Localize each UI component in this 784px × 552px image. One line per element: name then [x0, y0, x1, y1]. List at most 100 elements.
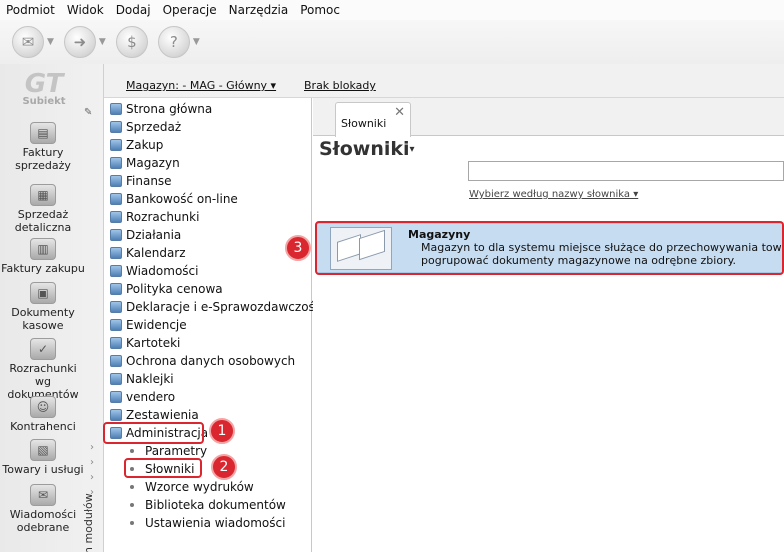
settlement-icon — [110, 211, 122, 223]
menu-bar: Podmiot Widok Dodaj Operacje Narzędzia P… — [0, 0, 784, 20]
module-faktury-zakupu[interactable]: ▥ Faktury zakupu — [0, 238, 86, 275]
menu-pomoc[interactable]: Pomoc — [300, 3, 340, 17]
sales-icon — [110, 121, 122, 133]
menu-operacje[interactable]: Operacje — [163, 3, 217, 17]
chevron-right-icon[interactable]: › — [90, 472, 94, 483]
lock-status-link[interactable]: Brak blokady — [304, 79, 376, 92]
menu-podmiot[interactable]: Podmiot — [6, 3, 55, 17]
dollar-icon: $ — [115, 26, 148, 58]
module-label: Faktury zakupu — [1, 262, 85, 275]
tree-item-rozrachunki[interactable]: Rozrachunki — [110, 208, 199, 226]
chevron-right-icon[interactable]: › — [90, 457, 94, 468]
invoice-icon: ▤ — [30, 122, 56, 144]
pin-icon[interactable]: ✎ — [84, 107, 92, 118]
tree-item-kalendarz[interactable]: Kalendarz — [110, 244, 186, 262]
purchase-icon: ▥ — [30, 238, 56, 260]
tree-item-magazyn[interactable]: Magazyn — [110, 154, 180, 172]
chevron-down-icon[interactable]: ▼ — [99, 37, 106, 47]
tab-slowniki[interactable]: Słowniki ✕ — [335, 102, 411, 137]
purchase-icon — [110, 139, 122, 151]
tree-item-ewidencje[interactable]: Ewidencje — [110, 316, 187, 334]
tree-item-wiadomosci[interactable]: Wiadomości — [110, 262, 198, 280]
module-faktury-sprzedazy[interactable]: ▤ Faktury sprzedaży — [0, 122, 86, 172]
search-input[interactable] — [468, 161, 784, 181]
module-label: Towary i usługi — [2, 463, 84, 476]
menu-narzedzia[interactable]: Narzędzia — [229, 3, 289, 17]
module-label: Kontrahenci — [10, 420, 76, 433]
chevron-right-icon[interactable]: › — [90, 442, 94, 453]
tree-item-deklaracje[interactable]: Deklaracje i e-Sprawozdawczość — [110, 298, 321, 316]
bullet-icon — [130, 485, 134, 489]
navigation-tree: Strona główna Sprzedaż Zakup Magazyn Fin… — [104, 98, 321, 552]
module-label: Dokumenty kasowe — [11, 306, 75, 332]
finance-icon — [110, 175, 122, 187]
home-icon — [110, 103, 122, 115]
tree-item-dzialania[interactable]: Działania — [110, 226, 181, 244]
records-icon — [110, 319, 122, 331]
forward-icon: ➜ — [63, 26, 96, 58]
warehouse-icon — [110, 157, 122, 169]
menu-dodaj[interactable]: Dodaj — [116, 3, 151, 17]
chevron-down-icon[interactable]: ▼ — [193, 37, 200, 47]
chevron-down-icon: ▾ — [409, 144, 415, 155]
tasks-icon — [110, 229, 122, 241]
toolbar-help-button[interactable]: ? ▼ — [157, 26, 200, 58]
bullet-icon — [130, 449, 134, 453]
subiekt-logo: GT Subiekt — [22, 69, 66, 107]
bullet-icon — [130, 503, 134, 507]
bullet-icon — [130, 521, 134, 525]
module-towary-i-uslugi[interactable]: ▧ Towary i usługi — [0, 439, 86, 476]
tree-item-finanse[interactable]: Finanse — [110, 172, 172, 190]
tree-item-strona-glowna[interactable]: Strona główna — [110, 100, 212, 118]
calendar-icon — [110, 247, 122, 259]
module-bar: GT Subiekt ▤ Faktury sprzedaży ▦ Sprzedaż … — [0, 64, 104, 552]
cash-register-icon: ▦ — [30, 184, 56, 206]
module-dokumenty-kasowe[interactable]: ▣ Dokumenty kasowe — [0, 282, 86, 332]
price-icon — [110, 283, 122, 295]
module-label: Sprzedaż detaliczna — [14, 208, 72, 234]
sticker-icon — [110, 373, 122, 385]
tree-item-zakup[interactable]: Zakup — [110, 136, 163, 154]
report-icon — [110, 409, 122, 421]
page-title[interactable]: Słowniki▾ — [319, 138, 415, 160]
search-mode-selector[interactable]: Wybierz według nazwy słownika ▾ — [469, 189, 638, 200]
main-panel: Słowniki ✕ Słowniki▾ Wybierz według nazw… — [313, 98, 784, 552]
toolbar-forward-button[interactable]: ➜ ▼ — [63, 26, 106, 58]
toolbar: ✉ ▼ ➜ ▼ $ ? ▼ — [0, 20, 784, 64]
module-sprzedaz-detaliczna[interactable]: ▦ Sprzedaż detaliczna — [0, 184, 86, 234]
close-icon[interactable]: ✕ — [394, 105, 405, 120]
submenu-item-ustawienia-wiadomosci[interactable]: Ustawienia wiadomości — [130, 514, 285, 532]
module-rozrachunki[interactable]: ✓ Rozrachunki wg dokumentów — [0, 338, 86, 401]
toolbar-envelope-button[interactable]: ✉ ▼ — [12, 26, 54, 58]
warehouse-selector[interactable]: Magazyn: - MAG - Główny ▾ — [126, 79, 276, 92]
chevron-down-icon[interactable]: ▼ — [47, 37, 54, 47]
module-label: Wiadomości odebrane — [9, 508, 77, 534]
card-file-icon — [110, 337, 122, 349]
tree-item-vendero[interactable]: vendero — [110, 388, 175, 406]
tree-item-ochrona-danych[interactable]: Ochrona danych osobowych — [110, 352, 295, 370]
contractor-icon: ☺ — [30, 396, 56, 418]
messages-icon: ✉ — [30, 484, 56, 506]
tree-item-polityka-cenowa[interactable]: Polityka cenowa — [110, 280, 223, 298]
goods-icon: ▧ — [30, 439, 56, 461]
declaration-icon — [110, 301, 122, 313]
envelope-icon: ✉ — [12, 26, 44, 58]
bank-icon — [110, 193, 122, 205]
settlement-icon: ✓ — [30, 338, 56, 360]
menu-widok[interactable]: Widok — [67, 3, 104, 17]
tree-item-bankowosc[interactable]: Bankowość on-line — [110, 190, 238, 208]
shield-icon — [110, 355, 122, 367]
tab-label: Słowniki — [341, 117, 387, 130]
module-label: Faktury sprzedaży — [15, 146, 71, 172]
vendero-icon — [110, 391, 122, 403]
module-wiadomosci-odebrane[interactable]: ✉ Wiadomości odebrane — [0, 484, 86, 534]
submenu-item-biblioteka[interactable]: Biblioteka dokumentów — [130, 496, 286, 514]
tree-item-sprzedaz[interactable]: Sprzedaż — [110, 118, 181, 136]
annotation-box-slowniki — [124, 458, 202, 478]
tree-item-kartoteki[interactable]: Kartoteki — [110, 334, 180, 352]
tab-strip: Słowniki ✕ — [313, 98, 784, 137]
submenu-item-wzorce-wydrukow[interactable]: Wzorce wydruków — [130, 478, 254, 496]
module-kontrahenci[interactable]: ☺ Kontrahenci — [0, 396, 86, 433]
toolbar-dollar-button[interactable]: $ — [115, 26, 148, 58]
tree-item-naklejki[interactable]: Naklejki — [110, 370, 174, 388]
